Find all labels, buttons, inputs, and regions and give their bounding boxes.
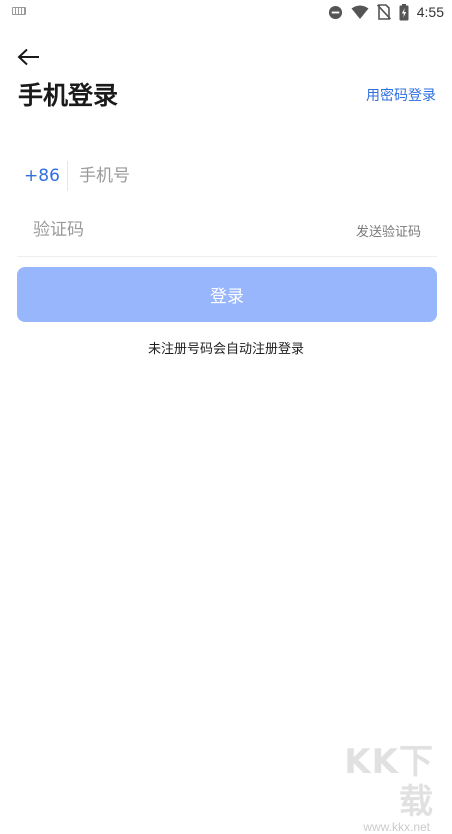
watermark-url: www.kkx.net	[363, 820, 430, 834]
status-icons: 4:55	[328, 2, 444, 22]
login-button-label: 登录	[210, 287, 244, 307]
code-row: 发送验证码	[17, 204, 437, 257]
keyboard-icon	[12, 7, 26, 15]
watermark-logo: KK下载	[344, 742, 434, 822]
send-code-button[interactable]: 发送验证码	[356, 221, 421, 240]
wifi-icon	[351, 5, 369, 20]
watermark: KK下载 www.kkx.net	[314, 742, 434, 834]
verification-code-input[interactable]	[33, 215, 283, 245]
battery-charging-icon	[399, 3, 409, 21]
no-sim-icon	[376, 4, 391, 20]
do-not-disturb-icon	[328, 5, 343, 20]
auto-register-hint: 未注册号码会自动注册登录	[147, 342, 304, 357]
page-title: 手机登录	[18, 81, 119, 110]
phone-input[interactable]	[79, 161, 379, 191]
password-login-link[interactable]: 用密码登录	[366, 86, 436, 106]
phone-divider	[67, 161, 68, 191]
status-time: 4:55	[416, 4, 444, 20]
status-bar: 4:55	[0, 0, 452, 24]
country-code-selector[interactable]: +86	[17, 166, 67, 186]
back-button[interactable]	[14, 46, 44, 72]
phone-row: +86	[17, 150, 437, 202]
login-button[interactable]: 登录	[17, 267, 437, 322]
arrow-left-icon	[17, 48, 41, 70]
